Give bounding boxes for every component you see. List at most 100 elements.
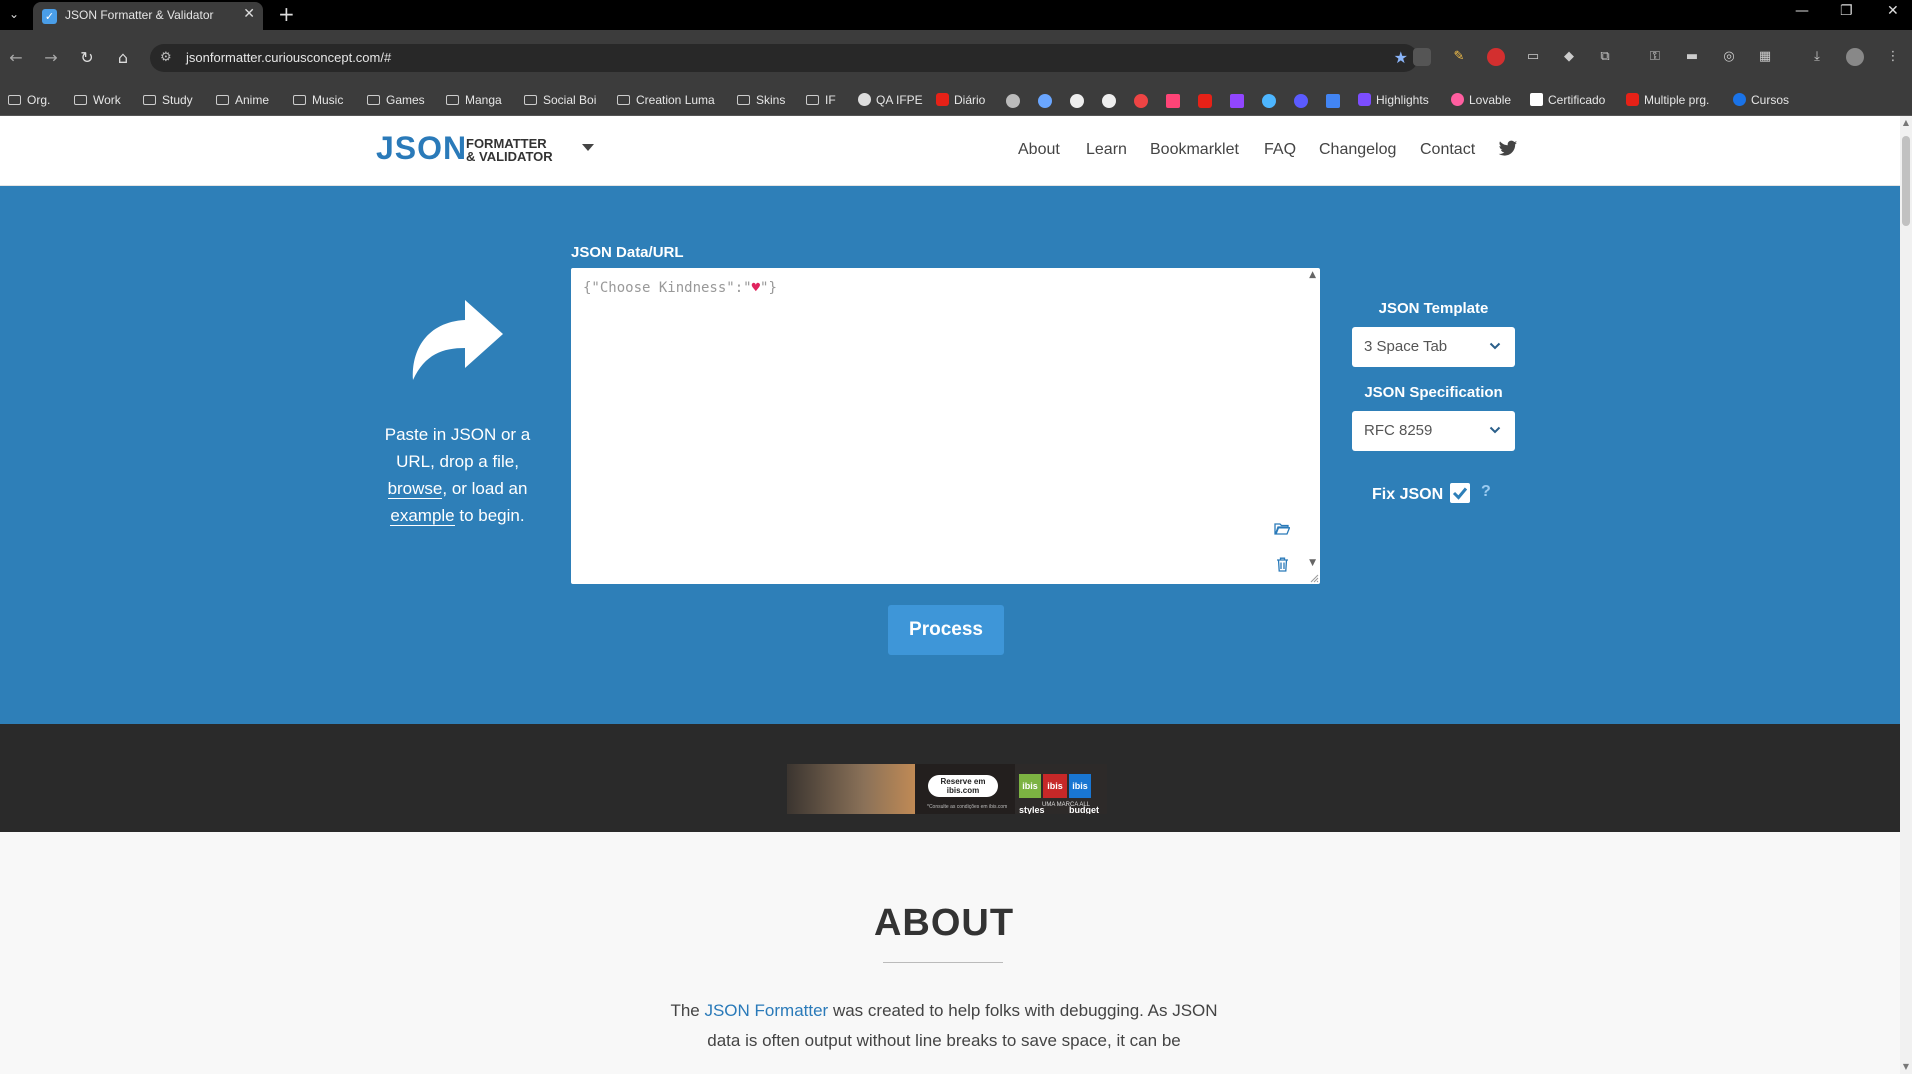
nav-about[interactable]: About xyxy=(1018,141,1060,159)
screenshot-icon[interactable]: ◎ xyxy=(1720,48,1738,66)
browse-link[interactable]: browse xyxy=(387,479,443,499)
scroll-up-icon[interactable]: ▲ xyxy=(1900,118,1912,127)
ad-fine-print: *Consulte as condições em ibis.com xyxy=(927,804,1008,810)
app-icon[interactable] xyxy=(1166,94,1180,108)
pen-extension-icon[interactable]: ✎ xyxy=(1450,48,1468,66)
logo-json[interactable]: JSON xyxy=(376,130,467,167)
nav-faq[interactable]: FAQ xyxy=(1264,141,1296,159)
extension-icon[interactable] xyxy=(1413,48,1431,66)
spotify-icon[interactable] xyxy=(1070,94,1084,108)
resize-grip-icon[interactable] xyxy=(1309,573,1319,583)
bookmark-folder[interactable]: IF xyxy=(806,93,836,107)
bookmark-folder[interactable]: Work xyxy=(74,93,121,107)
github-icon[interactable] xyxy=(1102,94,1116,108)
app-icon[interactable] xyxy=(1262,94,1276,108)
globe-icon xyxy=(858,93,871,106)
nav-bookmarklet[interactable]: Bookmarklet xyxy=(1150,141,1239,159)
cursos-icon xyxy=(1733,93,1746,106)
scroll-down-icon[interactable]: ▼ xyxy=(1900,1062,1912,1071)
bookmark-folder[interactable]: Manga xyxy=(446,93,502,107)
docs-icon[interactable] xyxy=(1326,94,1340,108)
textarea-scroll-up-icon[interactable]: ▲ xyxy=(1309,270,1316,280)
json-template-label: JSON Template xyxy=(1378,300,1489,317)
new-tab-plus-icon[interactable]: + xyxy=(278,3,295,25)
json-formatter-favicon-icon: ✓ xyxy=(42,9,57,24)
extensions-icon[interactable]: ⧉ xyxy=(1596,48,1614,66)
fix-json-checkbox[interactable] xyxy=(1450,483,1470,503)
todoist-icon[interactable] xyxy=(1134,94,1148,108)
address-bar[interactable]: ⚙ jsonformatter.curiousconcept.com/# ★ xyxy=(150,44,1418,72)
reload-icon[interactable]: ↻ xyxy=(77,48,97,68)
nav-learn[interactable]: Learn xyxy=(1086,141,1127,159)
chevron-down-icon xyxy=(1489,342,1501,350)
puzzle-extension-icon[interactable]: ◆ xyxy=(1560,48,1578,66)
twitter-icon[interactable] xyxy=(1498,140,1518,158)
bookmark-folder[interactable]: Creation Luma xyxy=(617,93,715,107)
site-settings-icon[interactable]: ⚙ xyxy=(160,50,172,65)
json-data-textarea[interactable]: {"Choose Kindness":"♥"} ▲ ▼ xyxy=(571,268,1320,584)
bookmark-folder[interactable]: Study xyxy=(143,93,193,107)
app-icon[interactable] xyxy=(1294,94,1308,108)
about-paragraph: The JSON Formatter was created to help f… xyxy=(670,1001,1218,1050)
checkmark-icon xyxy=(1452,487,1468,500)
back-arrow-icon[interactable]: ← xyxy=(6,48,26,68)
menu-dots-icon[interactable]: ⋮ xyxy=(1884,48,1902,66)
folder-icon xyxy=(8,95,21,105)
bookmark-link[interactable]: Multiple prg. xyxy=(1626,93,1709,107)
clear-trash-icon[interactable] xyxy=(1276,557,1289,572)
card-icon[interactable]: ▬ xyxy=(1683,48,1701,66)
process-button[interactable]: Process xyxy=(888,605,1004,655)
textarea-scroll-down-icon[interactable]: ▼ xyxy=(1309,558,1316,568)
bookmark-link[interactable]: Highlights xyxy=(1358,93,1429,107)
ibis-ad-banner[interactable]: Reserve em ibis.com *Consulte as condiçõe… xyxy=(787,764,1107,814)
qr-icon[interactable]: ▦ xyxy=(1756,48,1774,66)
fix-json-help-icon[interactable]: ? xyxy=(1481,483,1491,501)
youtube-icon[interactable] xyxy=(1198,94,1212,108)
bookmark-link[interactable]: QA IFPE xyxy=(858,93,923,107)
ad-reserve-pill: Reserve em ibis.com xyxy=(928,775,998,797)
twitch-icon[interactable] xyxy=(1230,94,1244,108)
open-file-folder-icon[interactable] xyxy=(1274,522,1290,535)
bookmark-folder[interactable]: Org. xyxy=(8,93,50,107)
ad-brand: UMA MARCA ALL xyxy=(1042,802,1091,808)
bookmark-folder[interactable]: Social Boi xyxy=(524,93,596,107)
record-extension-icon[interactable] xyxy=(1487,48,1505,66)
gemini-icon[interactable] xyxy=(1038,94,1052,108)
page-scrollbar[interactable]: ▲ ▼ xyxy=(1900,116,1912,1074)
json-template-select[interactable]: 3 Space Tab xyxy=(1352,327,1515,367)
bookmark-folder[interactable]: Anime xyxy=(216,93,269,107)
forward-arrow-icon[interactable]: → xyxy=(41,48,61,68)
home-icon[interactable]: ⌂ xyxy=(113,48,133,68)
example-link[interactable]: example xyxy=(390,506,455,526)
download-icon[interactable]: ⤓ xyxy=(1808,48,1826,66)
bookmark-link[interactable]: Diário xyxy=(936,93,985,107)
bookmark-folder[interactable]: Music xyxy=(293,93,343,107)
drop-hint: Paste in JSON or a URL, drop a file, bro… xyxy=(384,425,531,526)
window-close-icon[interactable]: ✕ xyxy=(1887,3,1899,19)
nav-changelog[interactable]: Changelog xyxy=(1319,141,1396,159)
bookmark-folder[interactable]: Games xyxy=(367,93,425,107)
scroll-thumb[interactable] xyxy=(1902,136,1910,226)
profile-avatar[interactable] xyxy=(1846,48,1864,66)
minimize-icon[interactable]: — xyxy=(1795,3,1809,19)
tab-list-chevron-icon[interactable]: ⌄ xyxy=(6,6,22,22)
bookmark-folder[interactable]: Skins xyxy=(737,93,785,107)
logo-subtitle[interactable]: FORMATTER & VALIDATOR xyxy=(466,137,553,163)
chatgpt-icon[interactable] xyxy=(1006,94,1020,108)
youtube-icon xyxy=(1626,93,1639,106)
bookmark-link[interactable]: Certificado xyxy=(1530,93,1605,107)
browser-tab[interactable]: ✓ JSON Formatter & Validator ✕ xyxy=(33,2,263,30)
cast-icon[interactable]: ▭ xyxy=(1524,48,1542,66)
restore-icon[interactable]: ❐ xyxy=(1840,3,1853,19)
ad-photo xyxy=(787,764,915,814)
heart-emoji: ♥ xyxy=(751,280,761,296)
password-key-icon[interactable]: ⚿ xyxy=(1646,48,1664,66)
json-formatter-link[interactable]: JSON Formatter xyxy=(704,1001,828,1020)
bookmark-link[interactable]: Cursos xyxy=(1733,93,1789,107)
tab-close-icon[interactable]: ✕ xyxy=(243,6,255,22)
bookmark-star-icon[interactable]: ★ xyxy=(1394,48,1408,67)
json-spec-select[interactable]: RFC 8259 xyxy=(1352,411,1515,451)
bookmark-link[interactable]: Lovable xyxy=(1451,93,1511,107)
logo-dropdown-caret-icon[interactable] xyxy=(582,144,594,151)
nav-contact[interactable]: Contact xyxy=(1420,141,1475,159)
